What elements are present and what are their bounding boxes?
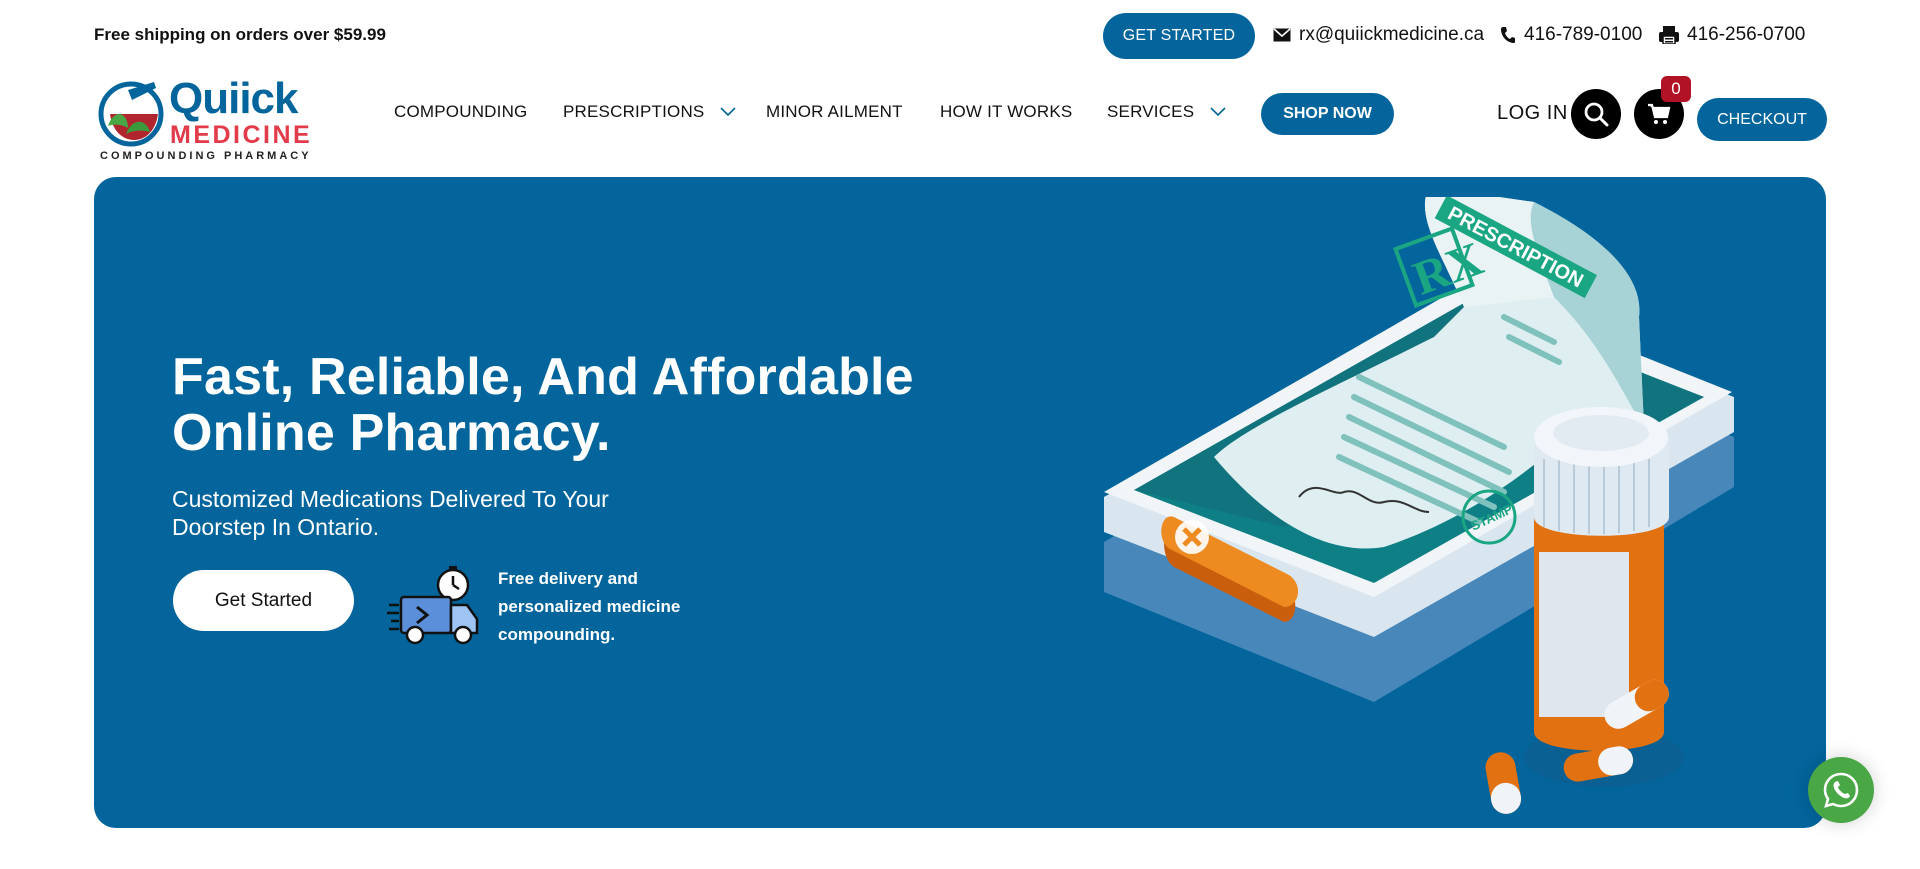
- chevron-down-icon: [720, 107, 737, 117]
- mortar-pestle-logo-icon: [98, 81, 164, 147]
- nav-item-label: PRESCRIPTIONS: [563, 102, 705, 121]
- cart-count-badge: 0: [1661, 76, 1691, 102]
- envelope-icon: [1273, 28, 1291, 42]
- logo-tagline: COMPOUNDING PHARMACY: [100, 150, 312, 162]
- checkout-button[interactable]: CHECKOUT: [1697, 98, 1827, 141]
- nav-item-label: COMPOUNDING: [394, 102, 528, 121]
- hero-banner: Fast, Reliable, And Affordable Online Ph…: [94, 177, 1826, 828]
- whatsapp-chat-button[interactable]: [1808, 757, 1874, 823]
- shipping-note: Free shipping on orders over $59.99: [94, 25, 386, 44]
- fax-icon: [1659, 26, 1679, 44]
- delivery-note: Free delivery and personalized medicine …: [498, 569, 681, 644]
- login-link[interactable]: LOG IN: [1497, 102, 1568, 125]
- nav-item-label: MINOR AILMENT: [766, 102, 903, 121]
- chevron-down-icon: [1210, 107, 1226, 117]
- nav-item-label: HOW IT WORKS: [940, 102, 1073, 121]
- email-contact[interactable]: rx@quiickmedicine.ca: [1273, 24, 1484, 46]
- get-started-button[interactable]: GET STARTED: [1103, 13, 1255, 59]
- phone-text: 416-789-0100: [1524, 24, 1643, 45]
- hero-title: Fast, Reliable, And Affordable Online Ph…: [172, 348, 914, 462]
- phone-contact[interactable]: 416-789-0100: [1500, 24, 1642, 46]
- email-text: rx@quiickmedicine.ca: [1299, 24, 1485, 45]
- hero-get-started-button[interactable]: Get Started: [173, 570, 354, 631]
- nav-item-how-it-works[interactable]: HOW IT WORKS: [940, 102, 1072, 122]
- cart-icon: [1648, 103, 1671, 124]
- logo-word-quiick: Quiick: [169, 74, 298, 123]
- shop-now-button[interactable]: SHOP NOW: [1261, 93, 1394, 135]
- nav-item-minor-ailment[interactable]: MINOR AILMENT: [766, 102, 903, 122]
- top-bar: Free shipping on orders over $59.99 GET …: [0, 0, 1920, 72]
- nav-item-services[interactable]: SERVICES: [1107, 102, 1226, 122]
- site-logo[interactable]: Quiick MEDICINE COMPOUNDING PHARMACY: [98, 74, 310, 164]
- logo-word-medicine: MEDICINE: [170, 121, 313, 149]
- nav-item-compounding[interactable]: COMPOUNDING: [394, 102, 527, 122]
- hero-subtitle: Customized Medications Delivered To Your…: [172, 486, 609, 540]
- fax-text: 416-256-0700: [1687, 24, 1806, 45]
- fax-contact[interactable]: 416-256-0700: [1659, 24, 1805, 46]
- whatsapp-icon: [1823, 772, 1859, 808]
- phone-icon: [1500, 26, 1516, 44]
- prescription-illustration: PRESCRIPTION RX STAMP: [1104, 197, 1734, 814]
- search-icon: [1584, 102, 1609, 127]
- nav-item-label: SERVICES: [1107, 102, 1195, 121]
- delivery-truck-icon: [387, 566, 479, 645]
- nav-item-prescriptions[interactable]: PRESCRIPTIONS: [563, 102, 737, 122]
- search-button[interactable]: [1571, 89, 1621, 139]
